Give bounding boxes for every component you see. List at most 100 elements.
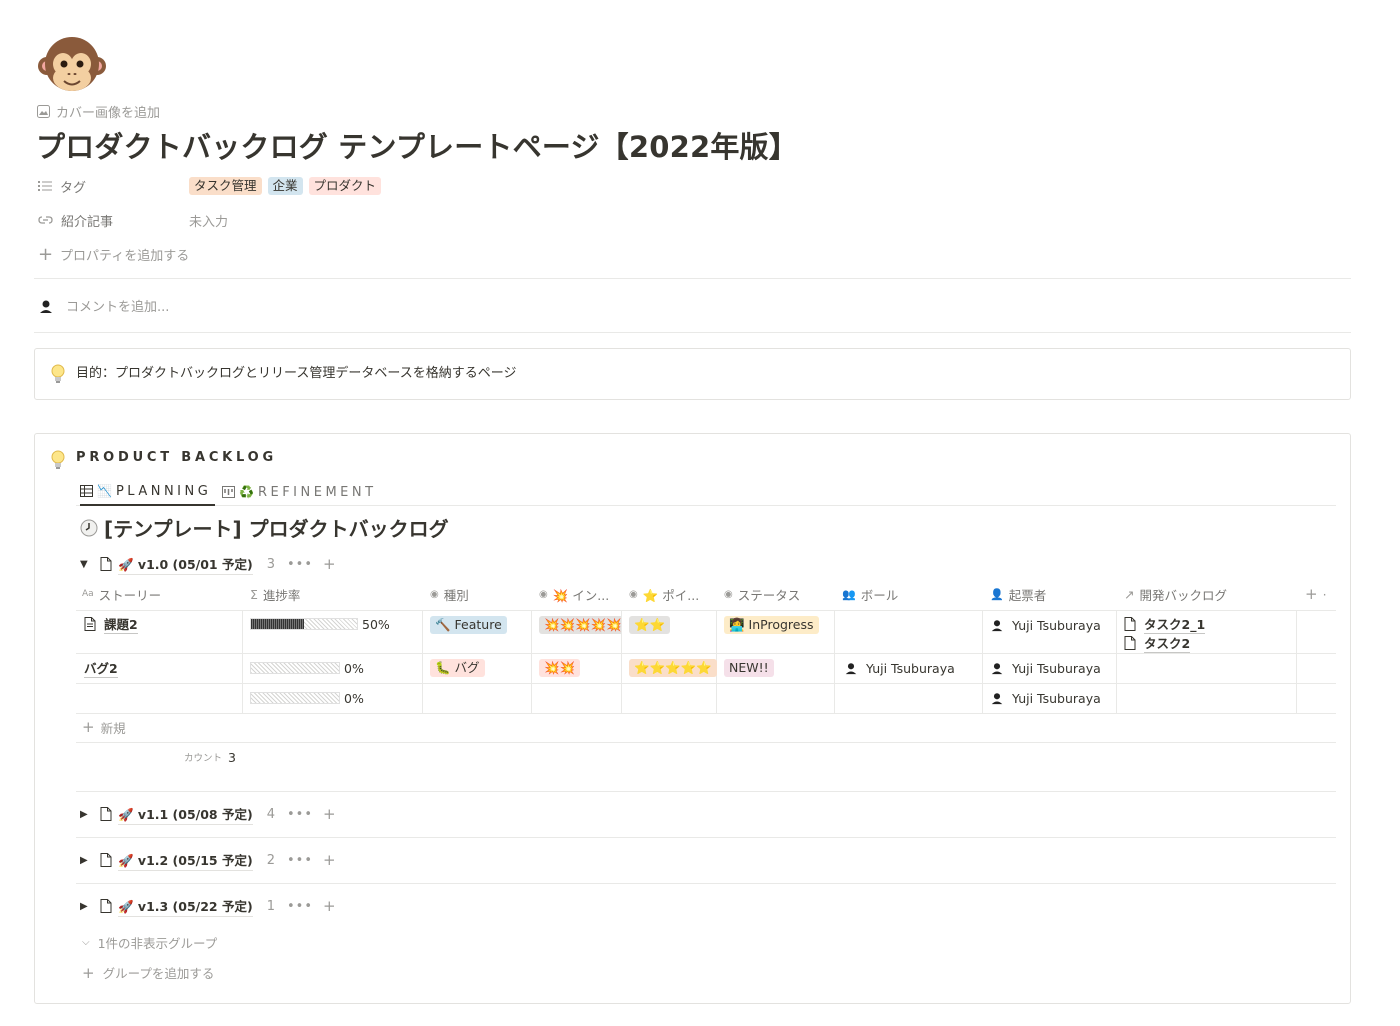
table-icon: [80, 485, 93, 497]
divider: [34, 332, 1351, 333]
author-cell[interactable]: Yuji Tsuburaya: [990, 659, 1101, 677]
point-cell[interactable]: ⭐⭐: [629, 616, 671, 634]
page-icon: [100, 807, 112, 821]
column-header-author[interactable]: 👤 起票者: [990, 584, 1110, 604]
column-header-story[interactable]: Aa ストーリー: [82, 584, 237, 604]
progress-bar: [250, 662, 340, 674]
plus-icon[interactable]: +: [323, 555, 336, 573]
page-icon: [100, 853, 112, 867]
column-header-status[interactable]: ◉ ステータス: [724, 584, 829, 604]
type-cell[interactable]: 🐛 バグ: [430, 659, 485, 677]
divider: [76, 883, 1336, 884]
plus-icon[interactable]: +: [323, 897, 336, 915]
comment-input[interactable]: コメントを追加...: [38, 296, 169, 315]
plus-icon[interactable]: +: [323, 805, 336, 823]
select-icon: ◉: [539, 588, 548, 600]
caret-right-icon[interactable]: ▶: [80, 809, 92, 820]
divider: [76, 791, 1336, 792]
column-header-dev[interactable]: ↗ 開発バックログ: [1124, 584, 1289, 604]
progress-cell[interactable]: 50%: [250, 614, 390, 634]
new-row-button[interactable]: + 新規: [82, 718, 126, 736]
status-cell[interactable]: NEW!!: [724, 659, 774, 677]
more-icon[interactable]: •••: [287, 807, 313, 822]
author-cell[interactable]: Yuji Tsuburaya: [990, 616, 1101, 634]
impact-pill: 💥💥: [539, 659, 581, 677]
column-header-impact[interactable]: ◉ 💥 イン...: [539, 584, 619, 604]
table-row-story[interactable]: 課題2: [84, 614, 138, 634]
backlog-title: PRODUCT BACKLOG: [76, 450, 277, 465]
table-row-story[interactable]: バグ2: [84, 658, 118, 678]
plus-icon[interactable]: +: [323, 851, 336, 869]
progress-cell[interactable]: 0%: [250, 688, 364, 708]
group-count: 4: [266, 806, 275, 822]
article-value[interactable]: 未入力: [189, 211, 228, 230]
add-column-button[interactable]: + ·: [1305, 584, 1335, 604]
group-header-v1-3[interactable]: ▶ 🚀 v1.3 (05/22 予定) 1 ••• +: [80, 895, 336, 917]
select-icon: ◉: [724, 588, 733, 600]
more-icon[interactable]: •••: [287, 853, 313, 868]
divider: [1116, 610, 1117, 713]
relation-icon: [38, 216, 53, 224]
column-header-ball[interactable]: 👥 ボール: [842, 584, 977, 604]
divider: [76, 610, 1336, 611]
page-icon: [100, 899, 112, 913]
tab-refinement[interactable]: ♻️ REFINEMENT: [222, 478, 377, 506]
count-calculation[interactable]: カウント 3: [184, 748, 236, 766]
view-tabs: 📉 PLANNING ♻️ REFINEMENT: [76, 478, 1336, 506]
add-property-button[interactable]: + プロパティを追加する: [38, 243, 189, 265]
type-cell[interactable]: 🔨 Feature: [430, 616, 507, 634]
relation-item[interactable]: タスク2_1: [1124, 614, 1206, 634]
callout-text[interactable]: 目的：プロダクトバックログとリリース管理データベースを格納するページ: [76, 362, 516, 381]
add-cover-button[interactable]: カバー画像を追加: [37, 102, 161, 121]
impact-cell[interactable]: 💥💥💥💥💥: [539, 616, 621, 634]
impact-cell[interactable]: 💥💥: [539, 659, 581, 677]
more-icon[interactable]: •••: [287, 899, 313, 914]
hidden-groups-toggle[interactable]: ⌵ 1件の非表示グループ: [82, 933, 217, 952]
tag-chip: 企業: [267, 177, 303, 195]
add-cover-label: カバー画像を追加: [56, 105, 161, 121]
lightbulb-icon: [50, 450, 66, 470]
author-cell[interactable]: Yuji Tsuburaya: [990, 689, 1101, 707]
dev-cell[interactable]: タスク2_1 タスク2: [1124, 614, 1206, 653]
property-article: 紹介記事 未入力: [38, 209, 228, 231]
divider: [76, 713, 1336, 714]
tab-planning[interactable]: 📉 PLANNING: [80, 478, 215, 506]
more-icon: ·: [1322, 586, 1327, 602]
property-tags-name[interactable]: タグ: [38, 177, 189, 196]
point-pill: ⭐⭐: [629, 616, 671, 634]
page-icon: [84, 617, 96, 631]
property-tags: タグ タスク管理 企業 プロダクト: [38, 175, 387, 197]
ball-cell[interactable]: Yuji Tsuburaya: [844, 659, 955, 677]
progress-cell[interactable]: 0%: [250, 658, 364, 678]
more-icon[interactable]: •••: [287, 557, 313, 572]
relation-item[interactable]: タスク2: [1124, 633, 1205, 653]
add-group-button[interactable]: + グループを追加する: [82, 963, 214, 982]
caret-right-icon[interactable]: ▶: [80, 901, 92, 912]
tags-value[interactable]: タスク管理 企業 プロダクト: [189, 177, 387, 195]
point-cell[interactable]: ⭐⭐⭐⭐⭐: [629, 659, 717, 677]
divider: [76, 837, 1336, 838]
group-header-v1-1[interactable]: ▶ 🚀 v1.1 (05/08 予定) 4 ••• +: [80, 803, 336, 825]
column-header-progress[interactable]: Σ 進捗率: [250, 584, 415, 604]
property-article-name[interactable]: 紹介記事: [38, 211, 189, 230]
page-icon-monkey[interactable]: [36, 28, 108, 100]
avatar-icon: [991, 663, 1003, 675]
divider: [242, 610, 243, 713]
page-title[interactable]: プロダクトバックログ テンプレートページ【2022年版】: [36, 124, 798, 166]
group-header-v1-2[interactable]: ▶ 🚀 v1.2 (05/15 予定) 2 ••• +: [80, 849, 336, 871]
status-cell[interactable]: 👩‍💻 InProgress: [724, 616, 819, 634]
caret-right-icon[interactable]: ▶: [80, 855, 92, 866]
chevron-down-icon: ⌵: [82, 937, 90, 948]
avatar-icon: [991, 620, 1003, 632]
group-count: 1: [266, 898, 275, 914]
type-pill: 🐛 バグ: [430, 659, 485, 677]
divider: [1296, 610, 1297, 713]
caret-down-icon[interactable]: ▼: [80, 559, 92, 570]
column-header-type[interactable]: ◉ 種別: [430, 584, 525, 604]
database-title[interactable]: [テンプレート] プロダクトバックログ: [80, 513, 449, 542]
group-count: 3: [266, 556, 275, 572]
divider: [76, 683, 1336, 684]
column-header-point[interactable]: ◉ ⭐ ポイ...: [629, 584, 714, 604]
group-header-v1-0[interactable]: ▼ 🚀 v1.0 (05/01 予定) 3 ••• +: [80, 553, 336, 575]
progress-bar: [250, 618, 358, 630]
